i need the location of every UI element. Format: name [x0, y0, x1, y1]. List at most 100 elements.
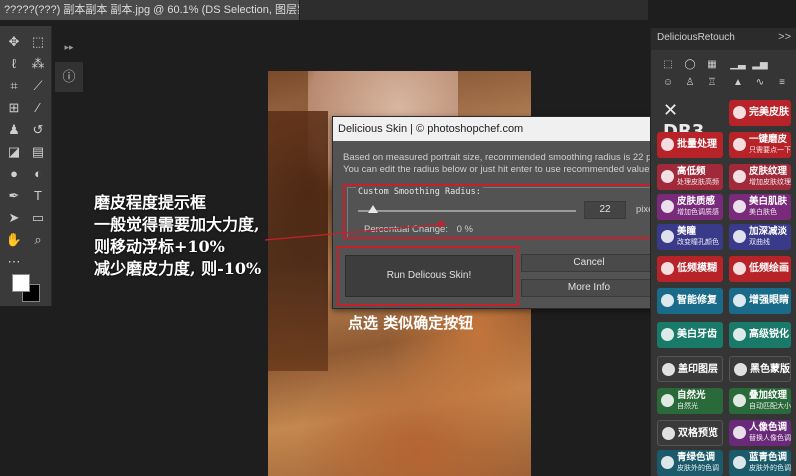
button-icon [733, 106, 746, 119]
button-sublabel: 增加皮肤纹理 [749, 179, 791, 186]
user-icon[interactable]: ♖ [703, 76, 721, 90]
button-icon [733, 294, 746, 307]
button-label: 黑色蒙版 [750, 364, 790, 375]
button-icon [733, 394, 746, 407]
button-label: 叠加纹理 [749, 390, 788, 401]
one-click-smooth-button[interactable]: 一键磨皮只需要点一下 [729, 132, 791, 158]
skin-quality-button[interactable]: 皮肤质感增加色调质感 [657, 194, 723, 220]
perfect-skin-button[interactable]: 完美皮肤 [729, 100, 791, 126]
frequency-button[interactable]: 高低频 处理皮肤高频 [657, 164, 723, 190]
delicious-retouch-panel: DeliciousRetouch >> ⬚ ◯ ▦ ▁▃ ▂▅ ☺ ♙ ♖ ▲ … [650, 28, 796, 476]
button-label: 美白牙齿 [677, 329, 717, 340]
button-sublabel: 皮肤外的色调 [749, 465, 791, 472]
curve-icon[interactable]: ∿ [751, 76, 769, 90]
button-icon [661, 170, 674, 183]
button-label: 智能修复 [677, 295, 717, 306]
button-icon [661, 456, 674, 469]
button-label: 高低频 [677, 166, 706, 177]
button-label: 蓝青色调 [749, 452, 788, 463]
gradient-swatch-icon[interactable]: ▦ [703, 58, 721, 72]
button-sublabel: 皮肤外的色调 [677, 465, 719, 472]
dodge-burn-button[interactable]: 加深减淡 双曲线 [729, 224, 791, 250]
button-icon [733, 200, 746, 213]
button-icon [661, 328, 674, 341]
whiten-skin-button[interactable]: 美白肌肤 美白肤色 [729, 194, 791, 220]
eye-color-button[interactable]: 美瞳 改变瞳孔颜色 [657, 224, 723, 250]
overlay-texture-button[interactable]: 叠加纹理自动匹配大小 [729, 388, 791, 414]
button-icon [733, 170, 746, 183]
button-label: 高级锐化 [749, 329, 789, 340]
button-sublabel: 只需要点一下 [749, 147, 791, 154]
batch-button[interactable]: 批量处理 [657, 132, 723, 158]
natural-light-button[interactable]: 自然光 自然光 [657, 388, 723, 414]
select-icon[interactable]: ⬚ [659, 58, 677, 72]
button-label: 低频模糊 [677, 263, 717, 274]
button-icon [733, 456, 746, 469]
button-label: 自然光 [677, 390, 706, 401]
circle-select-icon[interactable]: ◯ [681, 58, 699, 72]
button-sublabel: 自动匹配大小 [749, 403, 791, 410]
low-freq-paint-button[interactable]: 低频绘画 [729, 256, 791, 282]
enhance-eyes-button[interactable]: 增强眼睛 [729, 288, 791, 314]
button-label: 人像色调 [749, 422, 788, 433]
blue-tone-button[interactable]: 蓝青色调皮肤外的色调 [729, 450, 791, 476]
button-icon [734, 363, 747, 376]
button-sublabel: 美白肤色 [749, 209, 777, 216]
person-icon[interactable]: ♙ [681, 76, 699, 90]
smart-repair-button[interactable]: 智能修复 [657, 288, 723, 314]
button-icon [662, 363, 675, 376]
button-icon [662, 427, 675, 440]
advanced-sharpen-button[interactable]: 高级锐化 [729, 322, 791, 348]
button-icon [733, 262, 746, 275]
button-label: 加深减淡 [749, 226, 788, 237]
button-icon [661, 138, 674, 151]
button-icon [661, 262, 674, 275]
annotation-bottom: 点选 类似确定按钮 [348, 314, 474, 332]
button-label: 双格预览 [678, 428, 718, 439]
button-label: 批量处理 [677, 139, 717, 150]
button-sublabel: 自然光 [677, 403, 698, 410]
button-icon [661, 394, 674, 407]
button-sublabel: 双曲线 [749, 239, 770, 246]
low-freq-blur-button[interactable]: 低频模糊 [657, 256, 723, 282]
panel-title: DeliciousRetouch [657, 32, 735, 43]
button-sublabel: 替换人像色调 [749, 435, 791, 442]
black-mask-button[interactable]: 黑色蒙版 [729, 356, 791, 382]
panel-header: DeliciousRetouch >> [651, 28, 796, 50]
button-label: 青绿色调 [677, 452, 716, 463]
levels-icon[interactable]: ▂▅ [751, 58, 769, 72]
button-sublabel: 处理皮肤高频 [677, 179, 719, 186]
button-label: 增强眼睛 [749, 295, 789, 306]
whiten-teeth-button[interactable]: 美白牙齿 [657, 322, 723, 348]
annotation-line-1: 磨皮程度提示框 [94, 193, 207, 212]
portrait-tone-button[interactable]: 人像色调替换人像色调 [729, 420, 791, 446]
button-label: 皮肤质感 [677, 196, 716, 207]
histogram-icon[interactable]: ▁▃ [729, 58, 747, 72]
annotation-line-2: 一般觉得需要加大力度, [94, 215, 260, 234]
face-detect-icon[interactable]: ☺ [659, 76, 677, 90]
button-icon [661, 294, 674, 307]
dr3-logo: ✕ DR3 [663, 100, 725, 142]
button-label: 美瞳 [677, 226, 697, 237]
skin-texture-button[interactable]: 皮肤纹理增加皮肤纹理 [729, 164, 791, 190]
photoshop-window: ?????(???) 副本副本 副本.jpg @ 60.1% (DS Selec… [0, 0, 796, 476]
button-icon [733, 328, 746, 341]
button-label: 低频绘画 [749, 263, 789, 274]
button-icon [661, 230, 674, 243]
teal-tone-button[interactable]: 青绿色调皮肤外的色调 [657, 450, 723, 476]
button-label: 一键磨皮 [749, 134, 788, 145]
button-icon [733, 426, 746, 439]
dual-preview-button[interactable]: 双格预览 [657, 420, 723, 446]
button-label: 皮肤纹理 [749, 166, 788, 177]
annotation-line-4: 减少磨皮力度, 则-10% [94, 259, 262, 278]
button-label: 美白肌肤 [749, 196, 788, 207]
annotation-line-3: 则移动浮标+10% [94, 237, 225, 256]
button-icon [733, 138, 746, 151]
button-icon [661, 200, 674, 213]
stamp-layer-button[interactable]: 盖印图层 [657, 356, 723, 382]
collapse-icon[interactable]: >> [778, 31, 791, 43]
peaks-icon[interactable]: ▲ [729, 76, 747, 90]
button-sublabel: 改变瞳孔颜色 [677, 239, 719, 246]
menu-icon[interactable]: ≡ [773, 76, 791, 90]
button-sublabel: 增加色调质感 [677, 209, 719, 216]
